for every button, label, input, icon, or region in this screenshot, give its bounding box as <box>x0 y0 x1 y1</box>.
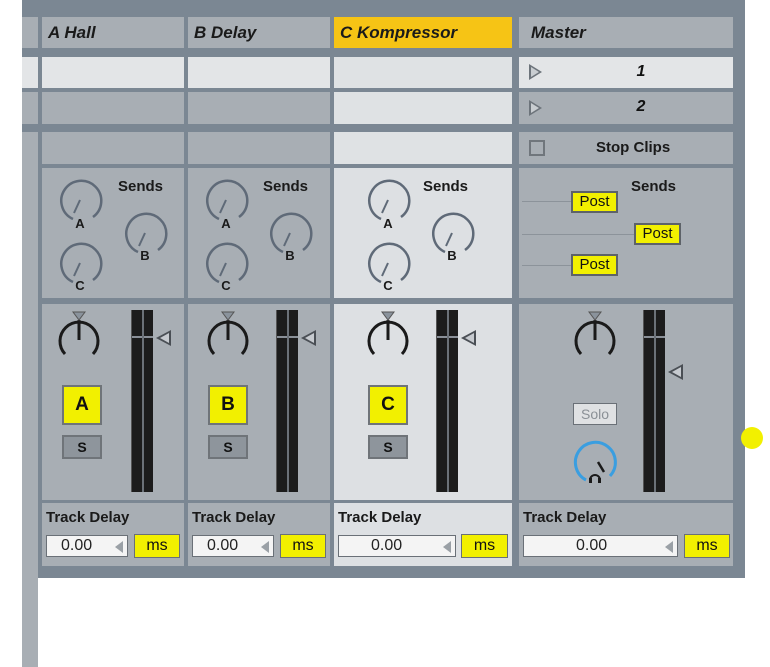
clip-slot[interactable] <box>42 92 184 124</box>
track-delay-label: Track Delay <box>46 509 130 526</box>
delay-unit-button[interactable]: ms <box>461 534 508 558</box>
sends-label: Sends <box>263 178 309 195</box>
play-scene-icon[interactable] <box>529 100 542 116</box>
cue-volume-knob[interactable] <box>570 436 620 486</box>
send-c-post-button[interactable]: Post <box>571 254 618 276</box>
arrow-left-icon <box>261 541 269 553</box>
stop-clips-button[interactable]: Stop Clips <box>519 132 733 164</box>
pan-knob[interactable] <box>571 310 619 362</box>
volume-meter[interactable] <box>131 310 153 492</box>
delay-unit-button[interactable]: ms <box>134 534 180 558</box>
sends-label: Sends <box>423 178 469 195</box>
track-delay-input[interactable]: 0.00 <box>192 535 274 557</box>
solo-button[interactable]: S <box>208 435 248 459</box>
track-delay-label: Track Delay <box>338 509 422 526</box>
track-delay-value: 0.00 <box>371 537 403 554</box>
send-c-label: C <box>221 278 231 293</box>
stop-slot[interactable] <box>334 132 512 164</box>
arrow-left-icon <box>115 541 123 553</box>
track-delay-input[interactable]: 0.00 <box>46 535 128 557</box>
track-activator-button[interactable]: C <box>368 385 408 425</box>
volume-fader-handle[interactable] <box>301 330 316 346</box>
track-header-b-delay[interactable]: B Delay <box>188 17 330 48</box>
cursor-indicator <box>741 427 763 449</box>
left-clip-slot[interactable] <box>22 57 38 88</box>
left-track-body <box>22 132 38 667</box>
track-delay-input[interactable]: 0.00 <box>523 535 678 557</box>
send-line <box>522 234 635 235</box>
arrow-left-icon <box>665 541 673 553</box>
clip-slot[interactable] <box>42 57 184 88</box>
send-a-label: A <box>221 216 231 231</box>
track-header-c-kompressor[interactable]: C Kompressor <box>334 17 512 48</box>
headphones-icon <box>589 474 601 483</box>
volume-fader-handle[interactable] <box>156 330 171 346</box>
track-header-master[interactable]: Master <box>519 17 733 48</box>
delay-unit-button[interactable]: ms <box>280 534 326 558</box>
send-a-label: A <box>75 216 85 231</box>
volume-meter[interactable] <box>276 310 298 492</box>
stop-slot[interactable] <box>42 132 184 164</box>
pan-knob[interactable] <box>204 310 252 362</box>
master-sends-panel <box>519 168 733 298</box>
track-activator-button[interactable]: A <box>62 385 102 425</box>
delay-unit-button[interactable]: ms <box>684 534 730 558</box>
track-delay-label: Track Delay <box>192 509 276 526</box>
stop-clips-label: Stop Clips <box>596 139 671 156</box>
master-volume-meter[interactable] <box>643 310 665 492</box>
send-line <box>522 265 572 266</box>
pan-knob[interactable] <box>55 310 103 362</box>
stop-slot[interactable] <box>188 132 330 164</box>
send-line <box>522 201 572 202</box>
send-c-label: C <box>383 278 393 293</box>
track-delay-value: 0.00 <box>576 537 608 554</box>
clip-slot[interactable] <box>188 92 330 124</box>
solo-mode-button[interactable]: Solo <box>573 403 617 425</box>
clip-slot[interactable] <box>334 57 512 88</box>
send-a-label: A <box>383 216 393 231</box>
send-c-label: C <box>75 278 85 293</box>
track-delay-input[interactable]: 0.00 <box>338 535 456 557</box>
left-track-header <box>22 17 38 48</box>
send-b-label: B <box>140 248 150 263</box>
left-clip-slot[interactable] <box>22 92 38 124</box>
scene-1[interactable]: 1 <box>519 57 733 88</box>
track-delay-value: 0.00 <box>61 537 93 554</box>
clip-slot[interactable] <box>188 57 330 88</box>
track-header-a-hall[interactable]: A Hall <box>42 17 184 48</box>
scene-number: 2 <box>636 98 646 115</box>
scene-number: 1 <box>636 63 646 80</box>
stop-icon <box>529 140 545 156</box>
send-a-post-button[interactable]: Post <box>571 191 618 213</box>
solo-button[interactable]: S <box>368 435 408 459</box>
clip-slot[interactable] <box>334 92 512 124</box>
sends-label: Sends <box>118 178 164 195</box>
send-b-post-button[interactable]: Post <box>634 223 681 245</box>
volume-meter[interactable] <box>436 310 458 492</box>
volume-fader-handle[interactable] <box>461 330 476 346</box>
play-scene-icon[interactable] <box>529 64 542 80</box>
solo-button[interactable]: S <box>62 435 102 459</box>
master-mixer-panel <box>519 304 733 500</box>
scene-2[interactable]: 2 <box>519 92 733 124</box>
track-delay-label: Track Delay <box>523 509 607 526</box>
arrow-left-icon <box>443 541 451 553</box>
volume-fader-handle[interactable] <box>668 364 683 380</box>
track-delay-value: 0.00 <box>207 537 239 554</box>
send-b-label: B <box>447 248 457 263</box>
track-activator-button[interactable]: B <box>208 385 248 425</box>
pan-knob[interactable] <box>364 310 412 362</box>
send-b-label: B <box>285 248 295 263</box>
mixer-panel <box>334 304 512 500</box>
sends-label: Sends <box>631 178 677 195</box>
